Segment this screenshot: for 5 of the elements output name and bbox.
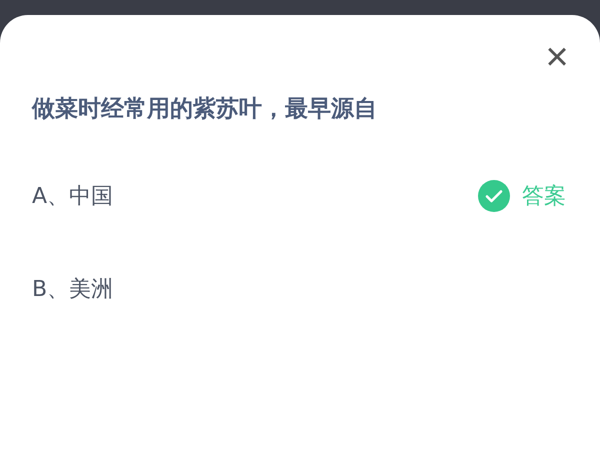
answer-label: 答案 — [522, 183, 566, 211]
close-button[interactable]: × — [542, 41, 572, 73]
answer-option[interactable]: A、中国 — [32, 181, 114, 211]
question-text: 做菜时经常用的紫苏叶，最早源自 — [32, 95, 378, 124]
answer-option[interactable]: B、美洲 — [32, 274, 114, 304]
